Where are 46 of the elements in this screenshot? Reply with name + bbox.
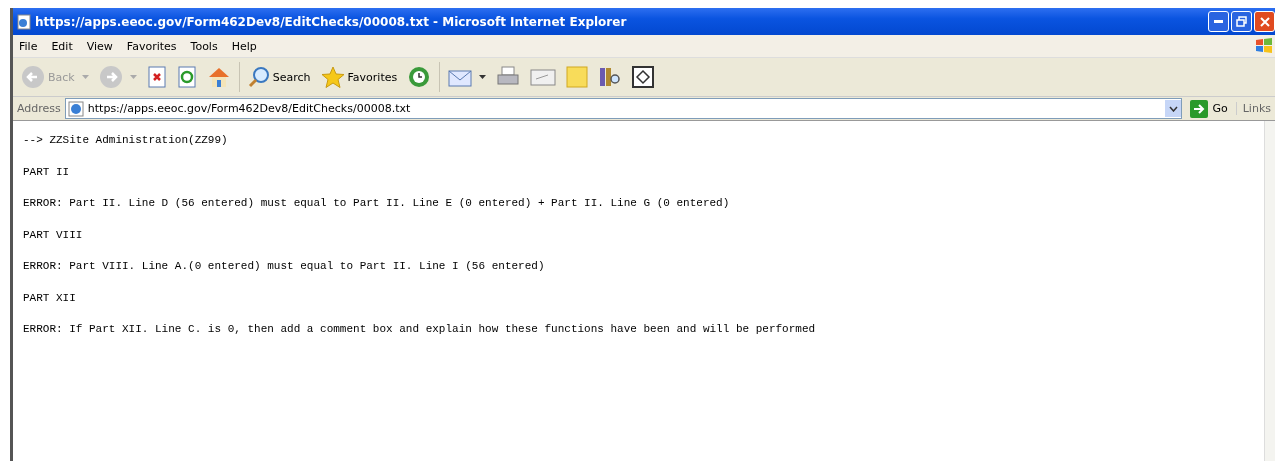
printer-icon: [496, 66, 521, 88]
text-line: --> ZZSite Administration(ZZ99): [23, 133, 229, 147]
windows-flag-icon: [1255, 37, 1273, 55]
restore-button[interactable]: [1231, 11, 1252, 32]
arrow-right-icon: [1190, 99, 1209, 118]
minimize-icon: [1214, 20, 1223, 23]
search-icon: [247, 66, 270, 88]
links-button[interactable]: Links: [1235, 102, 1275, 115]
refresh-icon: [176, 66, 197, 88]
menu-item[interactable]: Favorites: [126, 39, 177, 53]
stop-icon: [146, 66, 167, 88]
menu-item[interactable]: Tools: [190, 39, 218, 53]
document-icon: [17, 13, 31, 30]
clock-icon: [407, 65, 432, 89]
page-globe-icon: [67, 100, 84, 117]
search-button[interactable]: Search: [245, 66, 313, 88]
text-line: ERROR: If Part XII. Line C. is 0, then add a comment box and explain how these functions have been and will be performed: [23, 322, 817, 336]
page-icon: [530, 67, 557, 87]
address-field[interactable]: https://apps.eeoc.gov/Form462Dev8/EditChecks/00008.txt: [64, 98, 1183, 119]
close-icon: [1259, 16, 1270, 27]
caret-icon: [81, 75, 89, 79]
caret-icon: [479, 75, 487, 79]
star-icon: [320, 66, 345, 88]
text-line: PART VIII: [23, 227, 84, 242]
scrollbar[interactable]: [1264, 121, 1275, 461]
note-icon: [566, 66, 589, 88]
address-label: Address: [17, 102, 61, 115]
text-line: PART XII: [23, 290, 77, 305]
go-button[interactable]: Go: [1186, 99, 1232, 118]
text-line: PART II: [23, 164, 71, 179]
window-title: https://apps.eeoc.gov/Form462Dev8/EditChecks/00008.txt - Microsoft Internet Explorer: [35, 14, 627, 29]
minimize-button[interactable]: [1208, 11, 1229, 32]
restore-icon: [1236, 16, 1247, 27]
chevron-down-icon: [1168, 105, 1178, 112]
menu-item[interactable]: File: [19, 39, 38, 53]
close-button[interactable]: [1254, 11, 1275, 32]
menu-item[interactable]: Edit: [51, 39, 73, 53]
text-line: ERROR: Part II. Line D (56 entered) must equal to Part II. Line E (0 entered) + Part II. Line G (0 entered): [23, 196, 731, 210]
favorites-button[interactable]: Favorites: [318, 66, 400, 88]
books-icon: [598, 66, 623, 88]
menu-item[interactable]: View: [86, 39, 113, 53]
menu-item[interactable]: Help: [231, 39, 257, 53]
diamond-button[interactable]: [630, 66, 657, 88]
text-line: ERROR: Part VIII. Line A.(0 entered) must equal to Part II. Line I (56 entered): [23, 259, 546, 273]
dropdown-button[interactable]: [1165, 100, 1182, 117]
caret-icon: [129, 75, 137, 79]
